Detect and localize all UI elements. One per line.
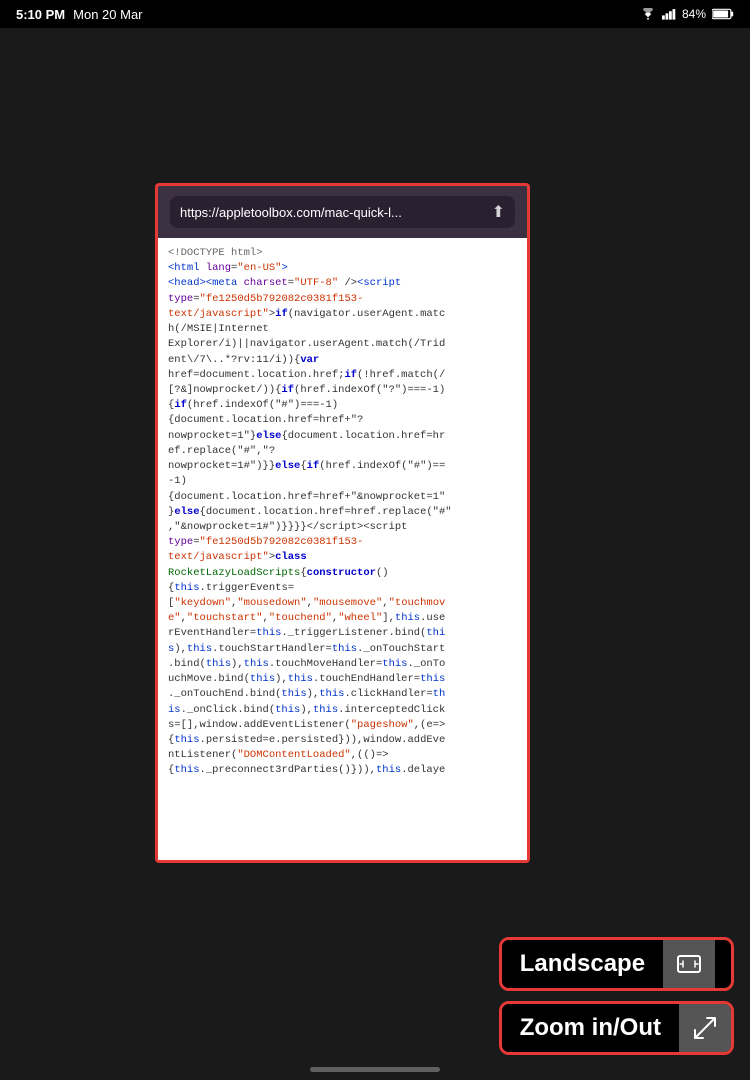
url-text: https://appletoolbox.com/mac-quick-l... <box>180 205 402 220</box>
status-time: 5:10 PM <box>16 7 65 22</box>
battery-text: 84% <box>682 7 706 21</box>
browser-chrome: https://appletoolbox.com/mac-quick-l... … <box>158 186 527 238</box>
battery-icon <box>712 8 734 20</box>
zoom-icon <box>679 1004 731 1052</box>
status-right: 84% <box>640 7 734 21</box>
landscape-label: Landscape <box>502 940 663 988</box>
wifi-icon <box>640 8 656 20</box>
bottom-buttons: Landscape Zoom in/Out <box>499 937 734 1055</box>
zoom-button[interactable]: Zoom in/Out <box>499 1001 734 1055</box>
share-icon[interactable]: ⬆ <box>492 202 505 222</box>
code-content: <!DOCTYPE html> <html lang="en-US"> <hea… <box>158 238 527 863</box>
status-left: 5:10 PM Mon 20 Mar <box>16 7 143 22</box>
landscape-icon-svg <box>675 950 703 978</box>
landscape-icon <box>663 940 715 988</box>
main-content: https://appletoolbox.com/mac-quick-l... … <box>0 28 750 1080</box>
landscape-button[interactable]: Landscape <box>499 937 734 991</box>
zoom-label: Zoom in/Out <box>502 1004 679 1052</box>
zoom-icon-svg <box>691 1014 719 1042</box>
browser-frame: https://appletoolbox.com/mac-quick-l... … <box>155 183 530 863</box>
url-bar[interactable]: https://appletoolbox.com/mac-quick-l... … <box>170 196 515 228</box>
status-date: Mon 20 Mar <box>73 7 142 22</box>
signal-icon <box>662 8 676 20</box>
status-bar: 5:10 PM Mon 20 Mar 84% <box>0 0 750 28</box>
home-indicator <box>310 1067 440 1072</box>
